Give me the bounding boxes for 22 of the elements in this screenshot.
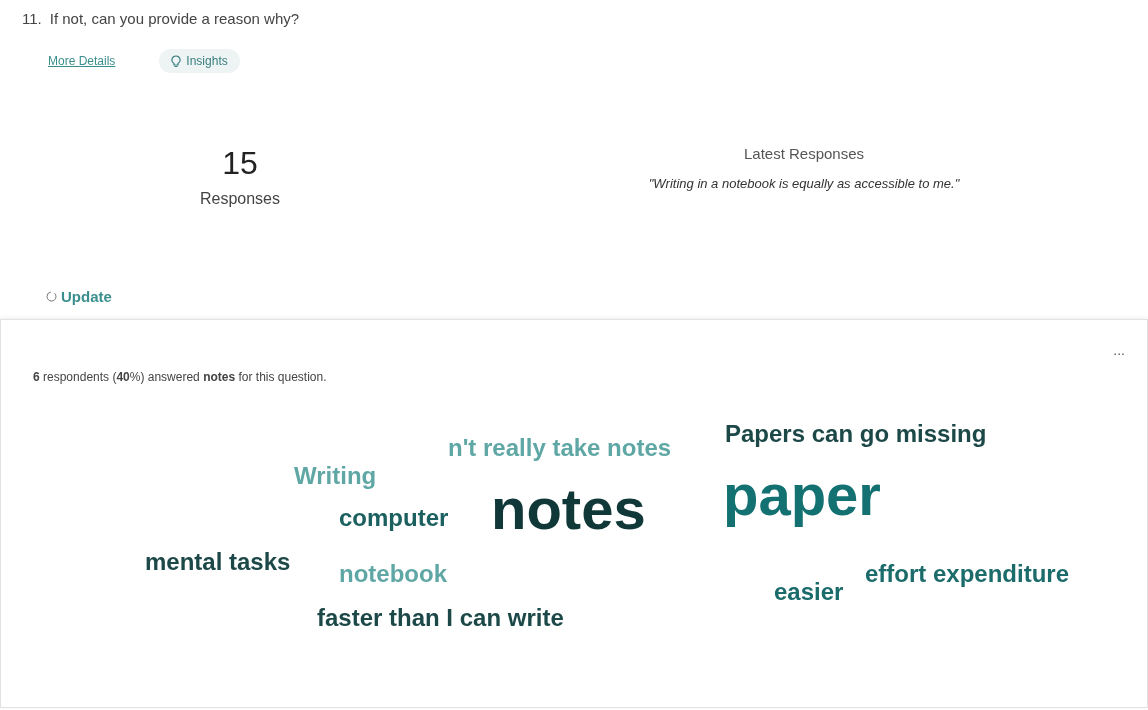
responses-label: Responses [199, 190, 280, 208]
cloud-word: Writing [294, 464, 377, 488]
more-options-button[interactable]: ... [1113, 342, 1125, 358]
cloud-word: effort expenditure [865, 562, 1070, 586]
latest-responses-title: Latest Responses [743, 145, 865, 162]
question-title: 11. If not, can you provide a reason why? [21, 9, 301, 27]
cloud-word: computer [339, 506, 449, 530]
summary-text: 6 respondents (40%) answered notes for this question. [33, 370, 327, 384]
cloud-word: easier [774, 580, 844, 604]
more-details-link[interactable]: More Details [48, 54, 116, 68]
cloud-word: notebook [339, 562, 447, 586]
cloud-word: mental tasks [145, 550, 291, 574]
cloud-word: n't really take notes [448, 436, 672, 460]
cloud-word: faster than I can write [317, 606, 564, 630]
update-button[interactable]: Update [46, 288, 112, 305]
refresh-icon [46, 291, 57, 302]
insights-button[interactable]: Insights [159, 49, 240, 73]
cloud-word: notes [491, 480, 646, 538]
latest-response-quote: "Writing in a notebook is equally as accessible to me." [648, 176, 960, 191]
response-count: 15 [222, 145, 258, 182]
lightbulb-icon [171, 54, 182, 68]
cloud-word: Papers can go missing [725, 422, 987, 446]
